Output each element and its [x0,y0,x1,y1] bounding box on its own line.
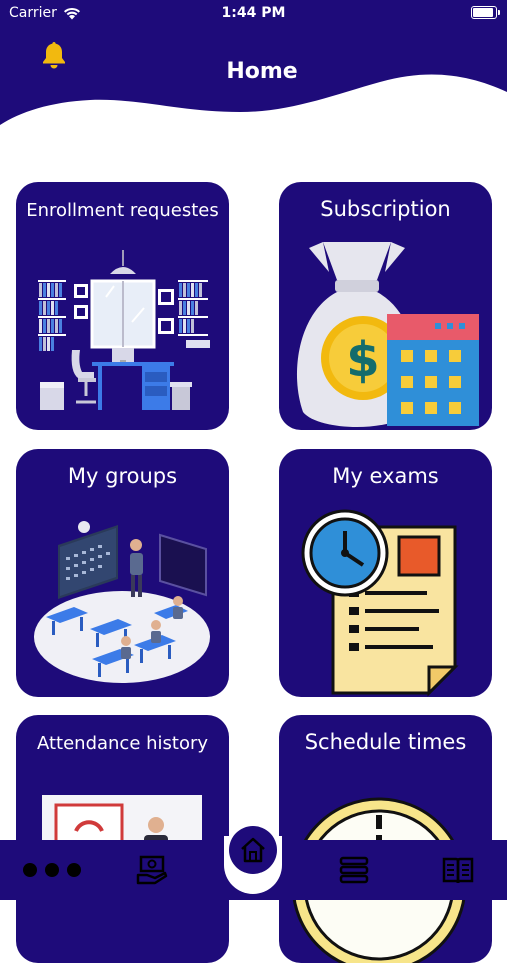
card-title: My exams [332,464,439,488]
home-icon [241,837,265,863]
nav-item-more[interactable] [14,840,90,900]
card-my-exams[interactable]: My exams [279,449,492,697]
card-enrollment-requests[interactable]: Enrollment requestes [16,182,229,430]
more-icon [23,863,81,877]
payments-icon [136,855,168,885]
card-subscription[interactable]: $ Subscription [279,182,492,430]
status-bar: Carrier 1:44 PM [0,0,507,28]
battery-icon [471,6,500,19]
card-my-groups[interactable]: My groups [16,449,229,697]
nav-item-book[interactable] [428,840,488,900]
page-title: Home [226,59,298,84]
card-title: Attendance history [36,733,209,754]
layers-icon [339,856,369,884]
card-title: Subscription [320,197,451,221]
card-title: Schedule times [304,730,467,754]
nav-item-payments[interactable] [122,840,182,900]
nav-item-layers[interactable] [324,840,384,900]
card-title: My groups [67,464,178,488]
status-time: 1:44 PM [221,5,286,21]
card-attendance-history[interactable]: Attendance history [16,715,229,963]
nav-item-home[interactable] [229,826,277,874]
svg-text:$: $ [346,332,379,388]
card-title: Enrollment requestes [26,200,219,221]
book-icon [442,857,474,884]
card-schedule-times[interactable]: Schedule times [279,715,492,963]
